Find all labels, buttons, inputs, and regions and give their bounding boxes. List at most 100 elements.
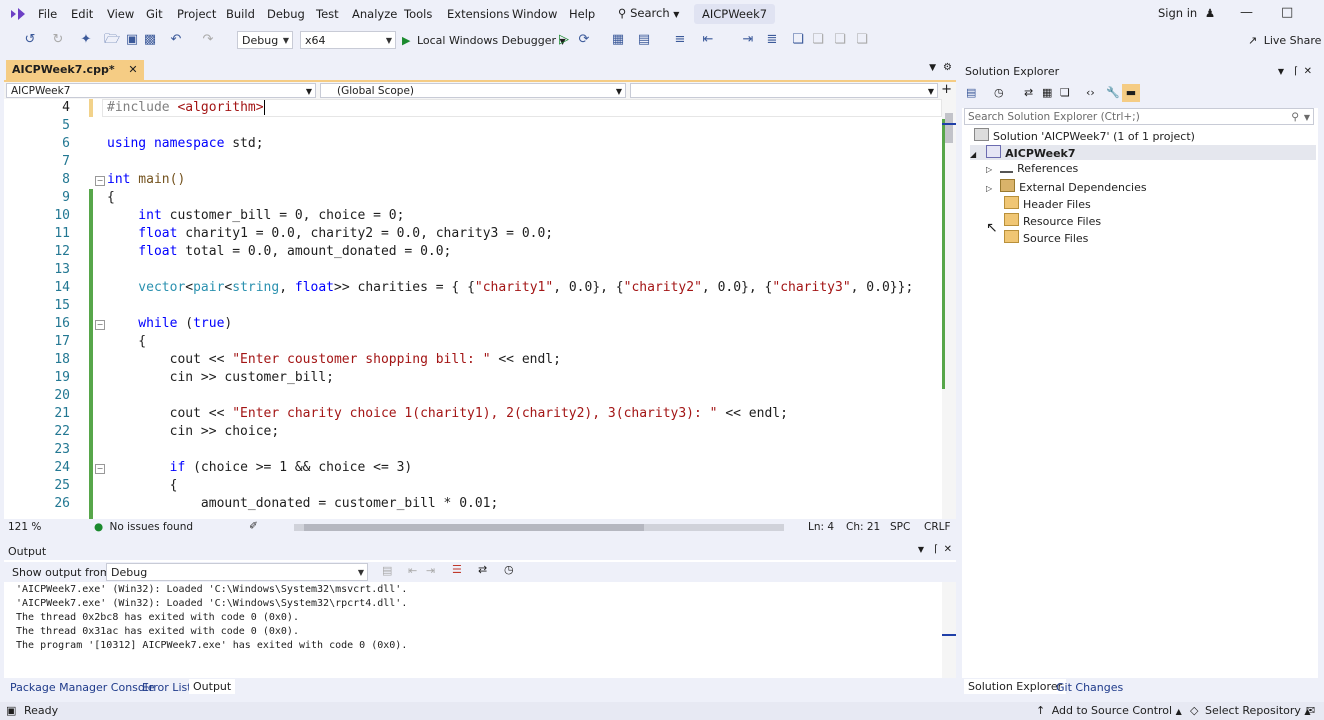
- save-all-icon[interactable]: ▩: [142, 32, 158, 48]
- back-icon[interactable]: ↺: [22, 32, 38, 48]
- tree-item-external-dependencies[interactable]: ▷ External Dependencies: [986, 179, 1147, 194]
- menu-tools[interactable]: Tools: [404, 7, 432, 21]
- tab-git-changes[interactable]: Git Changes: [1056, 681, 1123, 694]
- live-share-button[interactable]: ↗ Live Share: [1248, 34, 1321, 47]
- line-indicator[interactable]: Ln: 4: [808, 521, 834, 533]
- scroll-thumb[interactable]: [304, 524, 644, 531]
- bookmark-icon[interactable]: ❏: [790, 32, 806, 48]
- pin-icon[interactable]: ⌈: [934, 544, 938, 555]
- menu-view[interactable]: View: [107, 7, 134, 21]
- scroll-thumb[interactable]: [945, 113, 953, 143]
- menu-project[interactable]: Project: [177, 7, 216, 21]
- new-project-icon[interactable]: ✦: [78, 32, 94, 48]
- menu-extensions[interactable]: Extensions: [447, 7, 509, 21]
- clock-icon[interactable]: ◷: [504, 563, 514, 576]
- output-vertical-scrollbar[interactable]: [942, 582, 956, 678]
- open-folder-icon[interactable]: 🗁: [104, 32, 120, 48]
- editor-vertical-scrollbar[interactable]: [942, 99, 956, 519]
- save-icon[interactable]: ▣: [124, 32, 140, 48]
- outdent-icon[interactable]: ⇥: [740, 32, 756, 48]
- close-icon[interactable]: ✕: [1304, 62, 1312, 82]
- tree-item-header-files[interactable]: Header Files: [1004, 196, 1091, 211]
- tree-item-resource-files[interactable]: Resource Files: [1004, 213, 1101, 228]
- show-all-files-icon[interactable]: ❏: [1060, 86, 1070, 99]
- project-scope-select[interactable]: AICPWeek7 ▼: [6, 83, 316, 98]
- comment-icon[interactable]: ≡: [672, 32, 688, 48]
- start-without-debugging-icon[interactable]: ▷: [556, 32, 572, 48]
- toolbox-icon[interactable]: ▦: [610, 32, 626, 48]
- menu-help[interactable]: Help: [569, 7, 595, 21]
- code-view-icon[interactable]: ‹›: [1086, 86, 1095, 99]
- member-select[interactable]: ▼: [630, 83, 938, 98]
- menu-edit[interactable]: Edit: [71, 7, 93, 21]
- menu-debug[interactable]: Debug: [267, 7, 305, 21]
- menu-window[interactable]: Window: [512, 7, 557, 21]
- collapse-icon[interactable]: −: [95, 176, 105, 186]
- menu-test[interactable]: Test: [316, 7, 339, 21]
- brush-icon[interactable]: ✐: [249, 520, 258, 532]
- global-scope-select[interactable]: (Global Scope) ▼: [320, 83, 626, 98]
- layout-icon[interactable]: ▤: [636, 32, 652, 48]
- pin-icon[interactable]: ⌈: [1294, 62, 1298, 82]
- output-source-select[interactable]: Debug ▼: [106, 563, 368, 581]
- maximize-button[interactable]: □: [1281, 5, 1293, 20]
- clear-all-icon[interactable]: ☰: [452, 563, 462, 576]
- properties-icon[interactable]: 🔧: [1106, 86, 1120, 99]
- find-message-icon[interactable]: ▤: [382, 564, 392, 577]
- clear-bookmarks-icon[interactable]: ❏: [854, 32, 870, 48]
- tree-item-solution[interactable]: Solution 'AICPWeek7' (1 of 1 project): [974, 128, 1195, 143]
- tree-item-references[interactable]: ▷ References: [986, 162, 1078, 175]
- close-icon[interactable]: ✕: [944, 544, 952, 555]
- gear-icon[interactable]: ⚙: [943, 62, 952, 73]
- tab-list-icon[interactable]: ▼: [929, 63, 936, 73]
- issues-indicator[interactable]: ● No issues found: [94, 521, 193, 533]
- zoom-level[interactable]: 121 %: [8, 521, 41, 533]
- next-message-icon[interactable]: ⇥: [426, 564, 435, 577]
- prev-bookmark-icon[interactable]: ❏: [810, 32, 826, 48]
- column-indicator[interactable]: Ch: 21: [846, 521, 880, 533]
- search-menu[interactable]: ⚲ Search ▼: [618, 6, 679, 20]
- menu-file[interactable]: File: [38, 7, 57, 21]
- tree-item-source-files[interactable]: Source Files: [1004, 230, 1088, 245]
- word-wrap-icon[interactable]: ⇄: [478, 563, 487, 576]
- sign-in-link[interactable]: Sign in ♟: [1158, 6, 1215, 20]
- tab-error-list[interactable]: Error List: [142, 681, 192, 694]
- notifications-icon[interactable]: ✉: [1306, 704, 1315, 717]
- line-ending-indicator[interactable]: CRLF: [924, 521, 951, 533]
- code-editor[interactable]: 4 5 6 7 8 9 10 11 12 13 14 15 16 17 18 1…: [4, 99, 956, 519]
- start-debugger-button[interactable]: ▶ Local Windows Debugger ▼: [402, 34, 566, 47]
- platform-select[interactable]: x64 ▼: [300, 31, 396, 49]
- collapse-icon[interactable]: −: [95, 320, 105, 330]
- collapse-all-icon[interactable]: ▦: [1042, 86, 1052, 99]
- split-icon[interactable]: +: [941, 82, 952, 97]
- spaces-indicator[interactable]: SPC: [890, 521, 910, 533]
- indent-icon[interactable]: ⇤: [700, 32, 716, 48]
- configuration-select[interactable]: Debug ▼: [237, 31, 293, 49]
- solution-search-input[interactable]: Search Solution Explorer (Ctrl+;) ⚲ ▼: [964, 108, 1314, 125]
- collapse-icon[interactable]: −: [95, 464, 105, 474]
- add-to-source-control-button[interactable]: ↑ Add to Source Control ▲: [1036, 704, 1182, 717]
- switch-views-icon[interactable]: ▤: [966, 86, 976, 99]
- tab-solution-explorer[interactable]: Solution Explorer: [964, 679, 1067, 694]
- document-tab[interactable]: AICPWeek7.cpp* ✕: [6, 60, 144, 80]
- next-bookmark-icon[interactable]: ❏: [832, 32, 848, 48]
- tree-item-project[interactable]: ◢ AICPWeek7: [970, 145, 1316, 160]
- chevron-down-icon[interactable]: ▼: [1278, 62, 1284, 82]
- undo-icon[interactable]: ↶: [168, 32, 184, 48]
- preview-icon[interactable]: ▬: [1122, 84, 1140, 102]
- format-icon[interactable]: ≣: [764, 32, 780, 48]
- chevron-down-icon[interactable]: ▼: [918, 545, 924, 554]
- hot-reload-icon[interactable]: ⟳: [576, 32, 592, 48]
- forward-icon[interactable]: ↻: [50, 32, 66, 48]
- menu-build[interactable]: Build: [226, 7, 255, 21]
- minimize-button[interactable]: —: [1240, 5, 1253, 20]
- pending-changes-icon[interactable]: ◷: [994, 86, 1004, 99]
- horizontal-scrollbar[interactable]: [294, 524, 784, 531]
- select-repository-button[interactable]: ◇ Select Repository ▲: [1190, 704, 1311, 717]
- prev-message-icon[interactable]: ⇤: [408, 564, 417, 577]
- redo-icon[interactable]: ↷: [200, 32, 216, 48]
- tab-output[interactable]: Output: [189, 679, 236, 694]
- menu-git[interactable]: Git: [146, 7, 163, 21]
- tab-package-manager-console[interactable]: Package Manager Console: [10, 681, 154, 694]
- close-icon[interactable]: ✕: [128, 63, 137, 76]
